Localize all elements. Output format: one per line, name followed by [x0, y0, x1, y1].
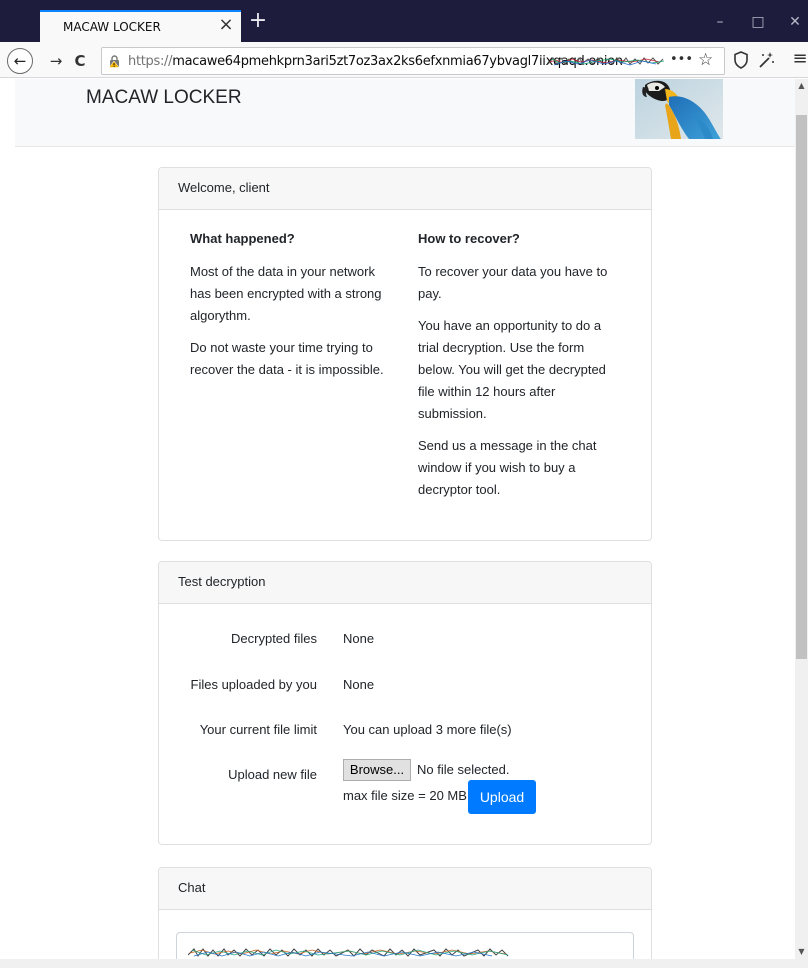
what-happened-paragraph-2: Do not waste your time trying to recover…	[190, 340, 384, 377]
test-decryption-card-header: Test decryption	[159, 562, 651, 604]
welcome-card-header: Welcome, client	[159, 168, 651, 210]
scrollbar-thumb[interactable]	[796, 115, 807, 659]
decrypted-files-value: None	[343, 631, 375, 646]
browser-navbar: ← → C https://macawe64pmehkprn3ari5zt7oz…	[0, 42, 808, 78]
url-protocol: https://	[128, 54, 173, 69]
decrypted-files-label: Decrypted files	[231, 631, 317, 646]
vertical-scrollbar[interactable]: ▲ ▼	[795, 79, 808, 959]
maximize-icon[interactable]: □	[743, 12, 773, 32]
window-bottom-edge	[0, 959, 808, 968]
file-limit-value: You can upload 3 more file(s)	[343, 722, 512, 737]
chat-card-header: Chat	[159, 868, 651, 910]
lock-warning-icon	[108, 55, 120, 68]
files-uploaded-label: Files uploaded by you	[190, 677, 317, 692]
what-happened-column: What happened? Most of the data in your …	[190, 230, 386, 391]
what-happened-paragraph-1: Most of the data in your network has bee…	[190, 264, 382, 323]
redacted-chat-scribble	[188, 948, 509, 957]
files-uploaded-value: None	[343, 677, 375, 692]
menu-icon[interactable]: ≡	[790, 49, 808, 69]
url-bar[interactable]: https://macawe64pmehkprn3ari5zt7oz3ax2ks…	[101, 47, 725, 75]
tab-close-icon[interactable]: ×	[216, 15, 236, 35]
new-tab-icon[interactable]: +	[247, 10, 269, 32]
file-limit-label: Your current file limit	[199, 722, 317, 737]
upload-new-file-label: Upload new file	[228, 767, 317, 782]
close-window-icon[interactable]: ✕	[780, 12, 808, 32]
no-file-selected-text: No file selected.	[417, 762, 510, 777]
shield-icon[interactable]	[731, 50, 751, 70]
page-viewport: MACAW LOCKER Welcome, client What happen…	[0, 79, 795, 959]
upload-button[interactable]: Upload	[468, 780, 536, 814]
how-to-recover-paragraph-3: Send us a message in the chat window if …	[418, 438, 597, 497]
scroll-up-icon[interactable]: ▲	[795, 79, 808, 93]
macaw-parrot-image	[635, 79, 723, 139]
forward-arrow-icon[interactable]: →	[46, 51, 66, 71]
site-header: MACAW LOCKER	[15, 79, 795, 147]
back-arrow-icon[interactable]: ←	[7, 48, 33, 74]
redacted-url-scribble	[548, 57, 665, 66]
minimize-icon[interactable]: –	[705, 12, 735, 32]
scroll-down-icon[interactable]: ▼	[795, 945, 808, 959]
how-to-recover-heading: How to recover?	[418, 231, 520, 246]
chat-card: Chat	[158, 867, 652, 959]
test-decryption-card: Test decryption Decrypted files None Fil…	[158, 561, 652, 845]
max-file-size-text: max file size = 20 MB	[343, 788, 467, 803]
site-title: MACAW LOCKER	[86, 87, 242, 108]
reload-icon[interactable]: C	[70, 51, 90, 71]
what-happened-heading: What happened?	[190, 231, 295, 246]
how-to-recover-paragraph-2: You have an opportunity to do a trial de…	[418, 318, 606, 421]
browser-tab[interactable]: MACAW LOCKER ×	[40, 10, 241, 42]
chat-message-input[interactable]	[176, 932, 634, 959]
welcome-card: Welcome, client What happened? Most of t…	[158, 167, 652, 541]
extension-wand-icon[interactable]	[756, 50, 776, 70]
how-to-recover-paragraph-1: To recover your data you have to pay.	[418, 264, 608, 301]
bookmark-star-icon[interactable]: ☆	[698, 50, 713, 70]
browser-titlebar: MACAW LOCKER × + – □ ✕	[0, 0, 808, 42]
browse-file-button[interactable]: Browse...	[343, 759, 411, 781]
tab-title: MACAW LOCKER	[63, 20, 161, 34]
page-actions-icon[interactable]: •••	[670, 52, 693, 67]
how-to-recover-column: How to recover? To recover your data you…	[418, 230, 614, 511]
